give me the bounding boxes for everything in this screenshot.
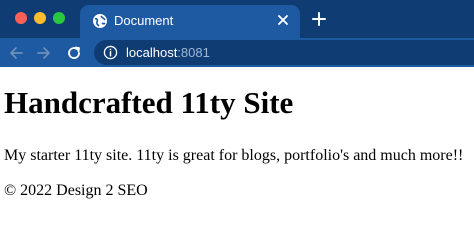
browser-titlebar: Document	[0, 0, 474, 38]
page-content: Handcrafted 11ty Site My starter 11ty si…	[0, 67, 474, 212]
tab-title: Document	[114, 13, 174, 28]
plus-icon[interactable]	[312, 12, 326, 26]
intro-paragraph: My starter 11ty site. 11ty is great for …	[4, 147, 464, 164]
footer-copyright: © 2022 Design 2 SEO	[4, 182, 148, 199]
minimize-window-button[interactable]	[34, 12, 46, 24]
address-bar[interactable]: localhost:8081	[94, 40, 474, 65]
reload-icon[interactable]	[66, 45, 82, 61]
url-port: :8081	[177, 45, 210, 60]
arrow-left-icon[interactable]	[8, 45, 24, 61]
close-window-button[interactable]	[15, 12, 27, 24]
page-title: Handcrafted 11ty Site	[4, 85, 294, 120]
url-host: localhost	[126, 45, 178, 60]
globe-icon	[93, 14, 107, 28]
info-icon[interactable]	[103, 45, 118, 60]
browser-toolbar: localhost:8081	[0, 38, 474, 67]
maximize-window-button[interactable]	[53, 12, 65, 24]
arrow-right-icon[interactable]	[36, 45, 52, 61]
close-tab-icon[interactable]	[276, 13, 290, 27]
tab-document[interactable]: Document	[80, 5, 300, 38]
url-text[interactable]: localhost:8081	[126, 45, 210, 60]
